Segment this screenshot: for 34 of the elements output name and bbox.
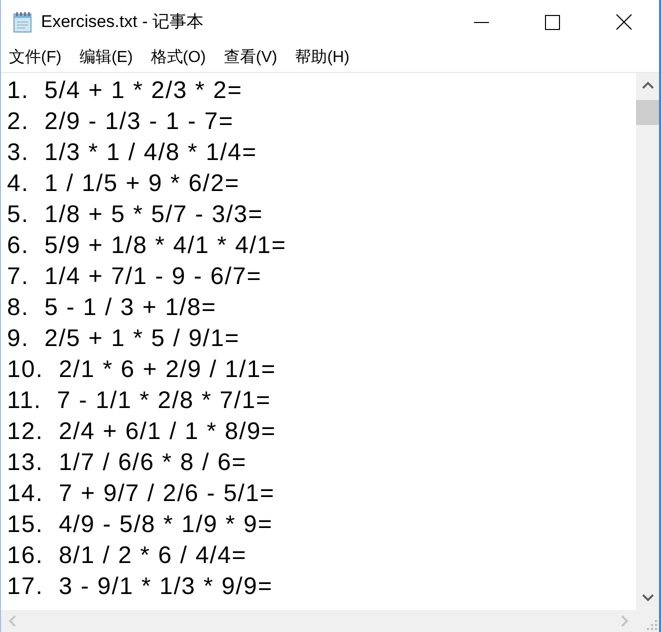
close-icon (616, 14, 632, 30)
text-line: 16. 8/1 / 2 * 6 / 4/4= (7, 541, 247, 571)
text-line: 5. 1/8 + 5 * 5/7 - 3/3= (7, 200, 264, 230)
text-line: 8. 5 - 1 / 3 + 1/8= (7, 293, 216, 323)
text-line: 15. 4/9 - 5/8 * 1/9 * 9= (7, 510, 273, 540)
window-title: Exercises.txt - 记事本 (41, 11, 204, 34)
vertical-scrollbar[interactable] (636, 73, 659, 610)
menu-item[interactable]: 格式(O) (146, 46, 210, 70)
text-line: 12. 2/4 + 6/1 / 1 * 8/9= (7, 417, 276, 447)
text-line: 11. 7 - 1/1 * 2/8 * 7/1= (7, 386, 272, 416)
chevron-up-icon (642, 80, 654, 92)
text-line: 10. 2/1 * 6 + 2/9 / 1/1= (7, 355, 276, 385)
text-line: 3. 1/3 * 1 / 4/8 * 1/4= (7, 138, 258, 168)
text-line: 6. 5/9 + 1/8 * 4/1 * 4/1= (7, 231, 287, 261)
text-line: 14. 7 + 9/7 / 2/6 - 5/1= (7, 479, 275, 509)
notepad-icon (12, 11, 34, 33)
chevron-left-icon (6, 615, 18, 627)
chevron-right-icon (618, 615, 630, 627)
menu-item[interactable]: 帮助(H) (291, 46, 354, 70)
text-line: 9. 2/5 + 1 * 5 / 9/1= (7, 324, 240, 354)
menu-item[interactable]: 文件(F) (5, 46, 66, 70)
maximize-icon (545, 14, 560, 30)
menu-item[interactable]: 编辑(E) (75, 46, 137, 70)
resize-grip-icon[interactable] (647, 620, 657, 630)
menu-item[interactable]: 查看(V) (220, 46, 282, 70)
horizontal-scrollbar[interactable] (1, 610, 636, 632)
text-line: 7. 1/4 + 7/1 - 9 - 6/7= (7, 262, 262, 292)
scrollbar-thumb[interactable] (636, 100, 659, 125)
text-line: 4. 1 / 1/5 + 9 * 6/2= (7, 169, 240, 199)
chevron-down-icon (642, 592, 654, 604)
text-line: 2. 2/9 - 1/3 - 1 - 7= (7, 107, 234, 137)
text-line: 1. 5/4 + 1 * 2/3 * 2= (7, 76, 242, 106)
text-line: 17. 3 - 9/1 * 1/3 * 9/9= (7, 572, 273, 602)
text-line: 13. 1/7 / 6/6 * 8 / 6= (7, 448, 247, 478)
